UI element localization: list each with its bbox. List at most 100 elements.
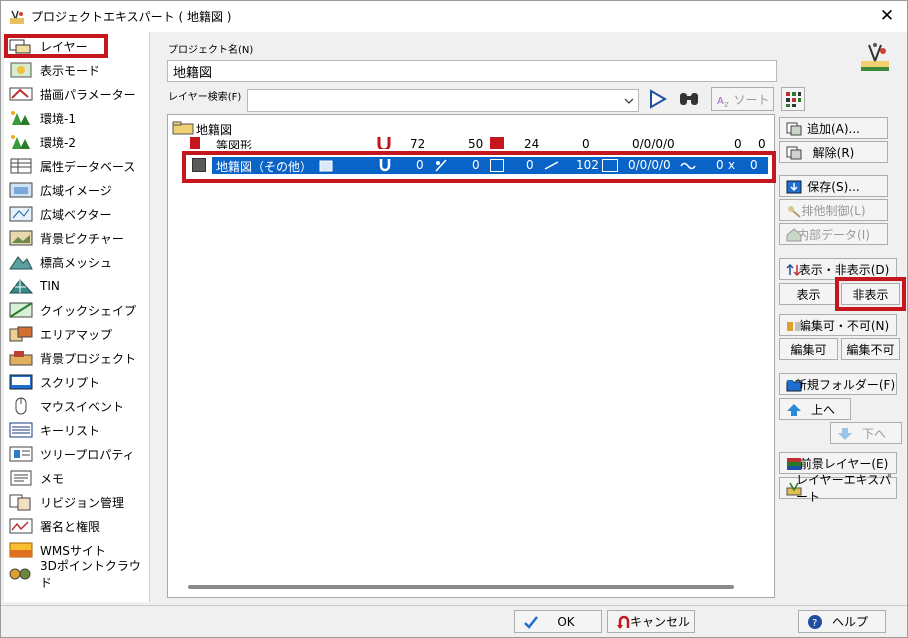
tree-row-shapes[interactable]: 等図形 72 50 24 0 0/0/0/0 0 0: [186, 137, 772, 149]
layer-expert-icon: [786, 482, 802, 496]
drawing-param-icon: [8, 85, 34, 103]
sidebar-item-label: WMSサイト: [40, 543, 106, 558]
sidebar-item-wide-vector[interactable]: 広域ベクター: [4, 202, 150, 226]
magnet-icon: [376, 137, 392, 149]
wide-image-icon: [8, 181, 34, 199]
sidebar-item-memo[interactable]: メモ: [4, 466, 150, 490]
project-name-input[interactable]: 地籍図: [167, 60, 777, 82]
sidebar-item-label: レイヤー: [40, 39, 88, 54]
ok-button[interactable]: OK: [514, 610, 602, 633]
sidebar-item-picture[interactable]: 背景ピクチャー: [4, 226, 150, 250]
sidebar-item-tin[interactable]: TIN: [4, 274, 150, 298]
sidebar-item-script[interactable]: スクリプト: [4, 370, 150, 394]
sidebar-item-key-list[interactable]: キーリスト: [4, 418, 150, 442]
sidebar-item-quick-shape[interactable]: クイックシェイプ: [4, 298, 150, 322]
app-icon: [9, 9, 25, 25]
sidebar-item-label: 描画パラメーター: [40, 87, 136, 102]
sidebar-item-revision[interactable]: リビジョン管理: [4, 490, 150, 514]
edit-on-button[interactable]: 編集可: [779, 338, 838, 360]
sidebar-item-label: エリアマップ: [40, 327, 113, 342]
cancel-button[interactable]: キャンセル: [607, 610, 695, 633]
point-cloud-icon: [8, 565, 34, 583]
project-expert-window: プロジェクトエキスパート ( 地籍図 ) ✕ レイヤー 表示モード 描画パラメー…: [0, 0, 908, 638]
close-button[interactable]: ✕: [875, 6, 899, 26]
row-highlight-annotation: [182, 151, 776, 183]
tree-row-label: 等図形: [216, 139, 253, 149]
sidebar-item-point-cloud[interactable]: 3Dポイントクラウド: [4, 559, 150, 590]
sidebar-item-environment-1[interactable]: 環境-1: [4, 106, 150, 130]
exclusive-control-button[interactable]: 排他制御(L): [779, 199, 888, 221]
revision-icon: [8, 493, 34, 511]
help-icon: ?: [807, 614, 823, 629]
sidebar-item-label: 環境-2: [40, 135, 76, 150]
layer-expert-button[interactable]: レイヤーエキスパート: [779, 473, 897, 504]
move-up-button[interactable]: 上へ: [779, 398, 851, 420]
move-down-button[interactable]: 下へ: [830, 422, 902, 444]
picture-icon: [8, 229, 34, 247]
sort-label: ソート: [733, 92, 770, 107]
wms-icon: [8, 541, 34, 559]
house-icon: [786, 228, 802, 242]
sidebar-item-label: 3Dポイントクラウド: [40, 559, 141, 590]
horizontal-scrollbar[interactable]: [188, 585, 734, 589]
sidebar-item-label: 表示モード: [40, 63, 101, 78]
sidebar-item-mouse-event[interactable]: マウスイベント: [4, 394, 150, 418]
database-icon: [8, 157, 34, 175]
foreground-layer-icon: [786, 457, 802, 471]
sort-button[interactable]: Az ソート: [711, 87, 774, 111]
title-bar: プロジェクトエキスパート ( 地籍図 ) ✕: [1, 1, 907, 32]
sidebar-item-signature[interactable]: 署名と権限: [4, 514, 150, 538]
sort-icon: Az: [717, 92, 733, 111]
sidebar-item-label: メモ: [40, 471, 65, 486]
show-button[interactable]: 表示: [779, 283, 838, 305]
grid-options-button[interactable]: [781, 87, 805, 111]
add-button[interactable]: 追加(A)...: [779, 117, 888, 139]
key-icon: [786, 204, 802, 218]
wide-vector-icon: [8, 205, 34, 223]
category-sidebar: レイヤー 表示モード 描画パラメーター 環境-1 環境-2 属性データベース 広…: [4, 32, 150, 602]
sidebar-item-environment-2[interactable]: 環境-2: [4, 130, 150, 154]
tree-property-icon: [8, 445, 34, 463]
environment-icon: [8, 109, 34, 127]
quick-shape-icon: [8, 301, 34, 319]
edit-off-button[interactable]: 編集不可: [841, 338, 900, 360]
layer-color-swatch: [190, 137, 200, 149]
sidebar-item-elevation-mesh[interactable]: 標高メッシュ: [4, 250, 150, 274]
sidebar-item-label: 背景プロジェクト: [40, 351, 137, 366]
layer-search-combo[interactable]: [247, 89, 639, 112]
chevron-down-icon[interactable]: [623, 95, 635, 105]
sidebar-item-background-project[interactable]: 背景プロジェクト: [4, 346, 150, 370]
sidebar-item-tree-property[interactable]: ツリープロパティ: [4, 442, 150, 466]
sidebar-item-drawing-param[interactable]: 描画パラメーター: [4, 82, 150, 106]
sidebar-item-label: マウスイベント: [40, 399, 125, 414]
sidebar-item-label: 広域ベクター: [40, 207, 112, 222]
save-button[interactable]: 保存(S)...: [779, 175, 888, 197]
tree-root-label[interactable]: 地籍図: [196, 121, 232, 137]
folder-icon: [172, 121, 194, 135]
sidebar-item-layer[interactable]: レイヤー: [4, 34, 108, 58]
footer-divider: [1, 605, 907, 606]
project-name-label: プロジェクト名(N): [168, 45, 254, 56]
sidebar-item-display-mode[interactable]: 表示モード: [4, 58, 150, 82]
help-button[interactable]: ? ヘルプ: [798, 610, 886, 633]
search-next-button[interactable]: [646, 88, 670, 110]
binoculars-icon: [677, 93, 701, 113]
memo-icon: [8, 469, 34, 487]
sidebar-item-wide-image[interactable]: 広域イメージ: [4, 178, 150, 202]
release-button[interactable]: 解除(R): [779, 141, 888, 163]
red-marker-icon: [490, 137, 504, 149]
sidebar-item-database[interactable]: 属性データベース: [4, 154, 150, 178]
display-mode-icon: [8, 61, 34, 79]
new-folder-button[interactable]: 新規フォルダー(F): [779, 373, 897, 395]
find-button[interactable]: [677, 88, 701, 110]
undo-arrow-icon: [616, 614, 632, 629]
svg-text:z: z: [724, 100, 729, 108]
sidebar-item-label: TIN: [40, 279, 60, 293]
sidebar-item-area-map[interactable]: エリアマップ: [4, 322, 150, 346]
sidebar-item-label: 標高メッシュ: [40, 255, 113, 270]
layer-tree[interactable]: 地籍図 等図形 72 50 24 0 0/0/0/0 0 0 地籍図（その他） …: [167, 114, 776, 598]
new-folder-icon: [786, 378, 802, 392]
internal-data-button[interactable]: 内部データ(I): [779, 223, 888, 245]
edit-toggle-button[interactable]: 編集可・不可(N): [779, 314, 897, 336]
sidebar-item-label: ツリープロパティ: [40, 447, 135, 462]
